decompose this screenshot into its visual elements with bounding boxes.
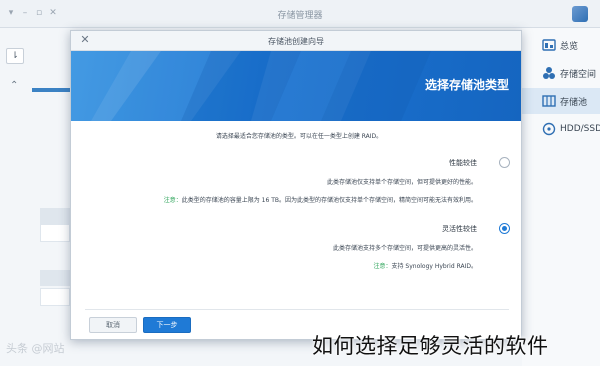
performance-radio[interactable]: [499, 157, 510, 168]
table-header: [40, 208, 70, 224]
disk-icon: [542, 122, 556, 136]
window-dropdown-icon[interactable]: ▾: [6, 8, 16, 18]
table-cell: [40, 224, 70, 242]
watermark: 头条 @网站: [6, 342, 65, 355]
window-title: 存储管理器: [277, 11, 323, 21]
dialog-heading: 选择存储池类型: [424, 78, 509, 92]
option-note: 注意：此类型的存储池的容量上限为 16 TB。因为此类型的存储池仅支持单个存储空…: [164, 195, 477, 204]
option-description: 此类存储池支持多个存储空间，可提供更高的灵活性。: [332, 245, 477, 252]
window-maximize-icon[interactable]: ▫: [34, 8, 44, 18]
sort-button[interactable]: ⇂: [6, 48, 24, 64]
sidebar-item-storage-pool[interactable]: 存储池: [522, 88, 600, 114]
sidebar-item-label: 总览: [560, 41, 579, 52]
option-note: 注意：支持 Synology Hybrid RAID。: [373, 261, 477, 270]
window-minimize-icon[interactable]: –: [20, 8, 30, 18]
close-icon[interactable]: ✕: [79, 34, 91, 46]
intro-text: 请选择最适合您存储池的类型。可以在任一类型上创建 RAID。: [215, 133, 383, 140]
sidebar-item-hdd-ssd[interactable]: HDD/SSD: [522, 116, 600, 142]
option-label: 性能较佳: [449, 159, 477, 167]
note-text: 此类型的存储池的容量上限为 16 TB。因为此类型的存储池仅支持单个存储空间，精…: [181, 197, 477, 204]
option-label: 灵活性较佳: [442, 225, 477, 233]
footer-divider: [85, 309, 509, 310]
caption-text: 如何选择足够灵活的软件: [312, 334, 549, 358]
sidebar-item-label: HDD/SSD: [560, 124, 600, 134]
sidebar-item-overview[interactable]: 总览: [522, 32, 600, 58]
sidebar-item-label: 存储空间: [560, 69, 597, 80]
note-label: 注意：: [373, 263, 392, 270]
usage-bar: [32, 88, 72, 92]
chevron-up-icon[interactable]: ⌃: [10, 80, 18, 91]
note-text: 支持 Synology Hybrid RAID。: [391, 263, 478, 270]
storage-pool-wizard-dialog: ✕ 存储池创建向导 选择存储池类型 请选择最适合您存储池的类型。可以在任一类型上…: [70, 30, 522, 340]
dialog-titlebar: ✕ 存储池创建向导: [71, 31, 521, 51]
next-button[interactable]: 下一步: [143, 317, 191, 333]
dialog-banner: 选择存储池类型: [71, 51, 521, 121]
window-titlebar: ▾ – ▫ ✕ 存储管理器: [0, 0, 600, 28]
sidebar-item-volume[interactable]: 存储空间: [522, 60, 600, 86]
cancel-button[interactable]: 取消: [89, 317, 137, 333]
dialog-title: 存储池创建向导: [268, 37, 324, 46]
storage-pool-icon: [542, 94, 556, 108]
flexibility-radio[interactable]: [499, 223, 510, 234]
overview-icon: [542, 38, 556, 52]
window-close-icon[interactable]: ✕: [48, 8, 58, 18]
note-label: 注意：: [163, 197, 182, 204]
option-description: 此类存储池仅支持单个存储空间，但可提供更好的性能。: [326, 179, 477, 186]
table-cell: [40, 288, 70, 306]
volume-icon: [542, 66, 556, 80]
sidebar-item-label: 存储池: [560, 97, 588, 108]
sidebar: 总览 存储空间 存储池 HDD/SSD: [522, 28, 600, 366]
app-icon: [572, 6, 588, 22]
table-header: [40, 270, 70, 286]
